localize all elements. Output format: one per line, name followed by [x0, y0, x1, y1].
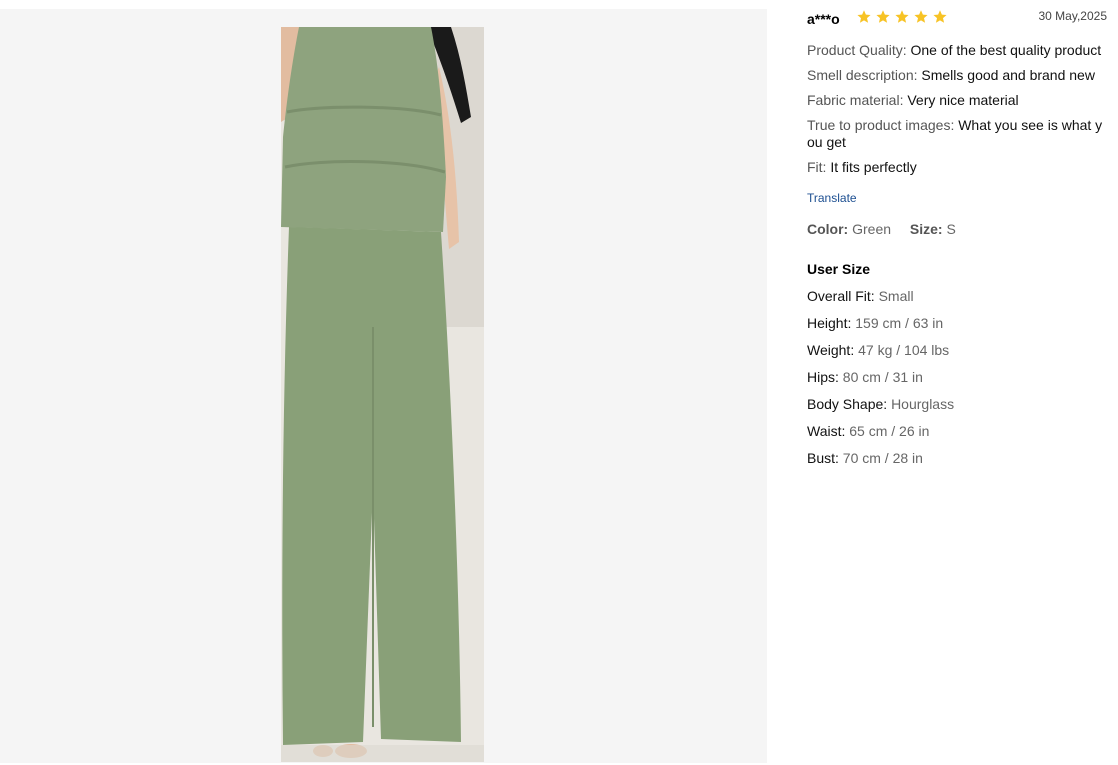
attribute-product-quality: Product Quality: One of the best quality…: [807, 42, 1107, 59]
attribute-true-to-images: True to product images: What you see is …: [807, 117, 1107, 151]
user-size-value: 70 cm / 28 in: [842, 450, 923, 466]
color-value: Green: [852, 221, 892, 237]
reviewer-name: a***o: [807, 11, 840, 27]
user-size-label: Hips:: [807, 369, 839, 385]
green-outfit-photo: [281, 27, 484, 762]
attribute-fit: Fit: It fits perfectly: [807, 159, 1107, 176]
user-size-label: Bust:: [807, 450, 839, 466]
user-size-value: 47 kg / 104 lbs: [858, 342, 950, 358]
user-size-value: Small: [878, 288, 914, 304]
attribute-label: True to product images:: [807, 117, 955, 133]
user-size-label: Waist:: [807, 423, 846, 439]
user-size-value: 65 cm / 26 in: [849, 423, 930, 439]
star-icon: [876, 10, 890, 23]
star-icon: [933, 10, 947, 23]
user-size-value: Hourglass: [891, 396, 955, 412]
user-size-value: 159 cm / 63 in: [855, 315, 944, 331]
attribute-label: Fit:: [807, 159, 827, 175]
attribute-value: One of the best quality product: [910, 42, 1102, 58]
user-size-waist: Waist: 65 cm / 26 in: [807, 423, 1107, 440]
user-size-title: User Size: [807, 261, 871, 277]
color-label: Color:: [807, 221, 849, 237]
star-icon: [914, 10, 928, 23]
user-size-height: Height: 159 cm / 63 in: [807, 315, 1107, 332]
user-size-value: 80 cm / 31 in: [842, 369, 923, 385]
user-size-label: Body Shape:: [807, 396, 888, 412]
attribute-label: Smell description:: [807, 67, 918, 83]
attribute-fabric: Fabric material: Very nice material: [807, 92, 1107, 109]
review-image-viewer: [0, 9, 767, 763]
user-size-label: Overall Fit:: [807, 288, 875, 304]
attribute-label: Product Quality:: [807, 42, 907, 58]
star-rating: [856, 9, 948, 24]
attribute-value: Smells good and brand new: [921, 67, 1095, 83]
size-label: Size:: [909, 221, 943, 237]
review-header: a***o 30 May,2025: [807, 0, 1107, 34]
review-date: 30 May,2025: [1038, 9, 1108, 23]
translate-link[interactable]: Translate: [807, 190, 1107, 207]
user-size-label: Height:: [807, 315, 852, 331]
user-size-bust: Bust: 70 cm / 28 in: [807, 450, 1107, 467]
review-panel: a***o 30 May,2025 Product Quality: One o…: [807, 0, 1107, 467]
star-icon: [895, 10, 909, 23]
attribute-smell: Smell description: Smells good and brand…: [807, 67, 1107, 84]
user-size-overall-fit: Overall Fit: Small: [807, 288, 1107, 305]
attribute-value: Very nice material: [907, 92, 1019, 108]
color-size-row: Color: Green Size: S: [807, 221, 1107, 238]
size-value: S: [946, 221, 956, 237]
star-icon: [857, 10, 871, 23]
user-size-body-shape: Body Shape: Hourglass: [807, 396, 1107, 413]
attribute-label: Fabric material:: [807, 92, 904, 108]
user-size-hips: Hips: 80 cm / 31 in: [807, 369, 1107, 386]
attribute-value: It fits perfectly: [830, 159, 917, 175]
user-size-weight: Weight: 47 kg / 104 lbs: [807, 342, 1107, 359]
review-photo[interactable]: [281, 27, 484, 762]
user-size-label: Weight:: [807, 342, 855, 358]
